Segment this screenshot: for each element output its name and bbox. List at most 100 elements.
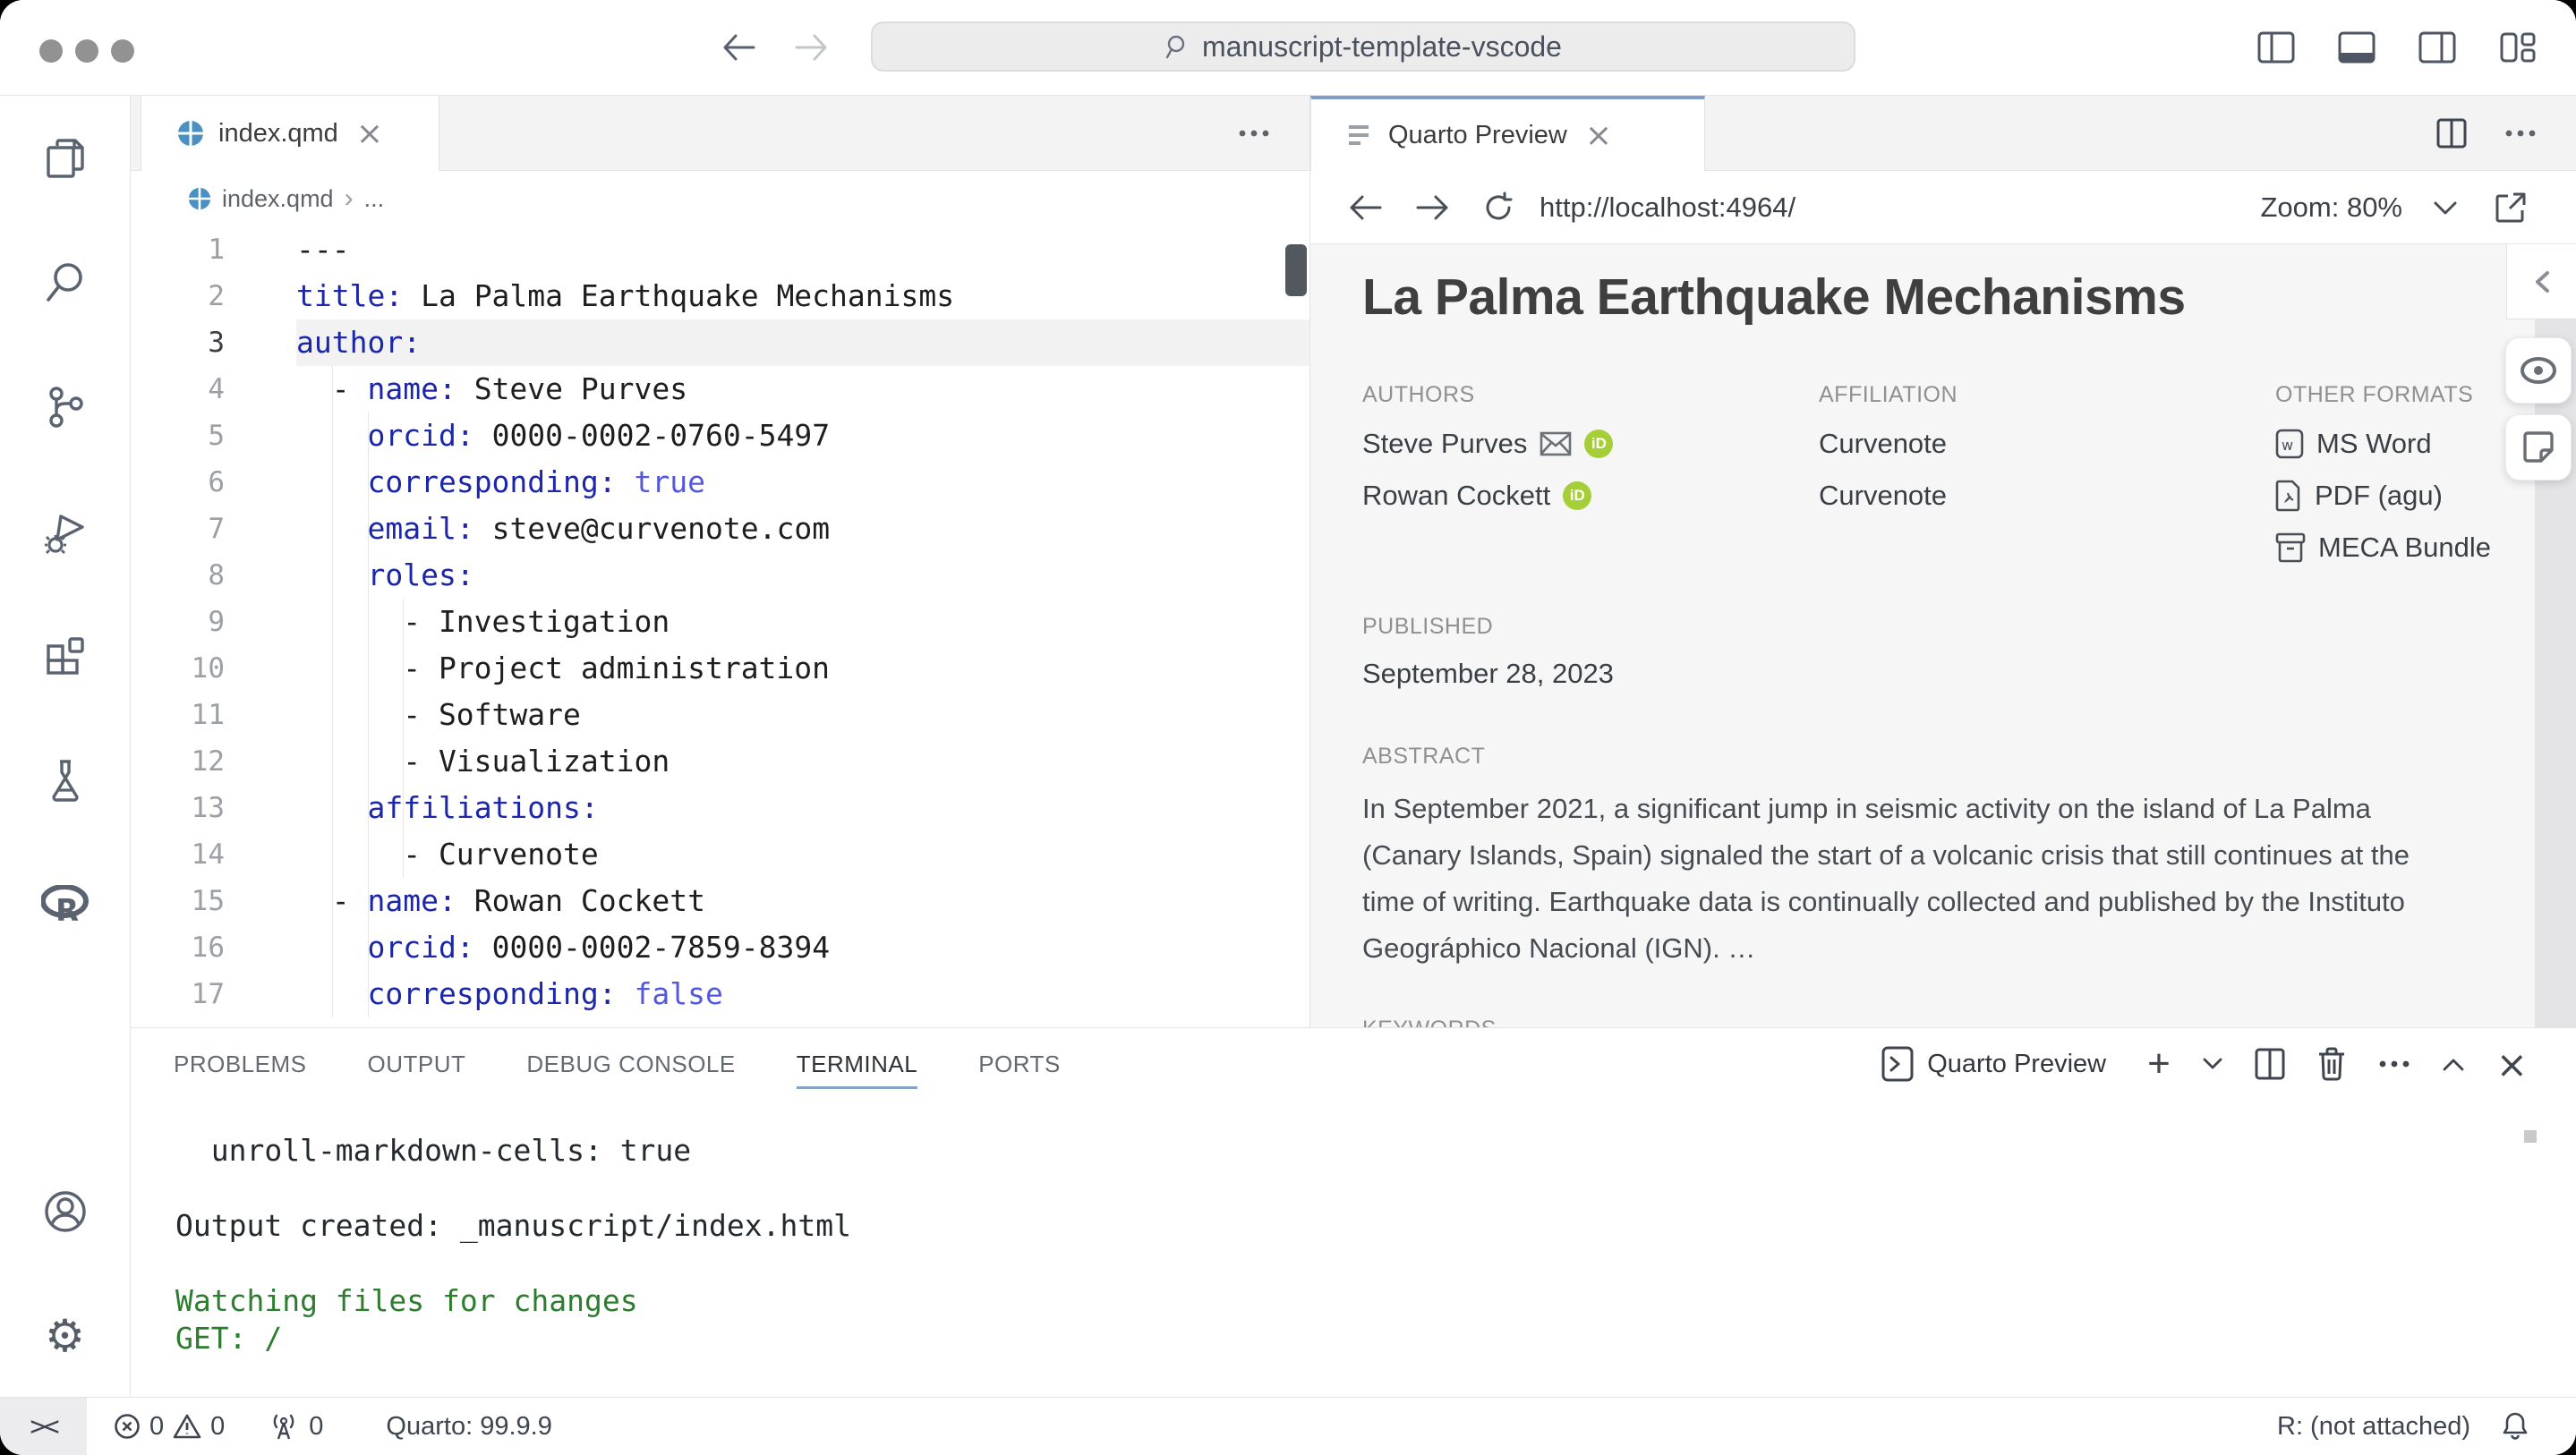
history-back-icon[interactable] — [721, 32, 757, 63]
format-row[interactable]: PDF (agu) — [2275, 480, 2576, 512]
kill-terminal-trash-icon[interactable] — [2317, 1047, 2346, 1081]
code-line[interactable]: 6 corresponding: true — [131, 459, 1309, 506]
run-debug-icon[interactable] — [0, 469, 130, 593]
open-external-icon[interactable] — [2494, 191, 2528, 225]
history-forward-icon[interactable] — [793, 32, 829, 63]
code-line[interactable]: 16 orcid: 0000-0002-7859-8394 — [131, 924, 1309, 971]
code-line[interactable]: 2title: La Palma Earthquake Mechanisms — [131, 273, 1309, 319]
toc-eye-button[interactable] — [2505, 337, 2572, 404]
command-center-search[interactable]: manuscript-template-vscode — [871, 21, 1855, 72]
split-editor-icon[interactable] — [2436, 118, 2467, 149]
remote-indicator-icon[interactable]: >< — [0, 1398, 87, 1455]
search-icon — [1164, 33, 1191, 60]
editor-scrollbar-thumb[interactable] — [1285, 244, 1307, 296]
tab-terminal[interactable]: TERMINAL — [797, 1028, 917, 1100]
collapse-sidebar-handle[interactable] — [2506, 244, 2576, 319]
terminal-scrollbar[interactable] — [2524, 1130, 2537, 1143]
r-language-icon[interactable]: R — [0, 842, 130, 966]
note-button[interactable] — [2505, 414, 2572, 481]
preview-back-icon[interactable] — [1350, 194, 1382, 221]
toggle-primary-sidebar-icon[interactable] — [2257, 31, 2295, 64]
r-session-status[interactable]: R: (not attached) — [2277, 1412, 2470, 1442]
notifications-bell-icon[interactable] — [2501, 1411, 2529, 1442]
code-line[interactable]: 11 - Software — [131, 692, 1309, 738]
accounts-icon[interactable] — [0, 1149, 130, 1273]
preview-content: La Palma Earthquake Mechanisms AUTHORS S… — [1310, 244, 2576, 1027]
toggle-secondary-sidebar-icon[interactable] — [2418, 31, 2456, 64]
tab-quarto-preview[interactable]: Quarto Preview × — [1310, 96, 1705, 171]
code-line[interactable]: 4 - name: Steve Purves — [131, 366, 1309, 413]
code-line[interactable]: 17 corresponding: false — [131, 971, 1309, 1017]
chevron-down-icon[interactable] — [2433, 200, 2458, 216]
split-terminal-icon[interactable] — [2255, 1048, 2285, 1080]
quarto-version-status[interactable]: Quarto: 99.9.9 — [386, 1412, 551, 1442]
chevron-down-icon[interactable] — [2203, 1058, 2222, 1070]
forwarded-ports-status[interactable]: 0 — [268, 1412, 323, 1442]
line-number: 11 — [131, 692, 225, 738]
window-close-icon[interactable] — [39, 39, 63, 63]
preview-forward-icon[interactable] — [1416, 194, 1448, 221]
window-traffic-lights[interactable] — [39, 39, 134, 63]
new-terminal-icon[interactable]: + — [2147, 1042, 2171, 1086]
code-line[interactable]: 14 - Curvenote — [131, 831, 1309, 878]
editor-tabbar: index.qmd × — [131, 96, 1309, 171]
tab-ports[interactable]: PORTS — [978, 1028, 1061, 1100]
format-label[interactable]: MS Word — [2316, 428, 2432, 460]
terminal-output[interactable]: unroll-markdown-cells: true Output creat… — [131, 1100, 2576, 1398]
tab-problems[interactable]: PROBLEMS — [174, 1028, 307, 1100]
orcid-icon[interactable]: iD — [1563, 481, 1591, 510]
indent-guide — [332, 366, 333, 1017]
code-line[interactable]: 8 roles: — [131, 552, 1309, 599]
breadcrumb-file[interactable]: index.qmd — [222, 185, 334, 213]
terminal-line: Watching files for changes — [175, 1282, 2576, 1320]
code-line[interactable]: 10 - Project administration — [131, 645, 1309, 692]
code-line[interactable]: 13 affiliations: — [131, 785, 1309, 831]
zoom-level[interactable]: Zoom: 80% — [2260, 191, 2402, 224]
close-icon[interactable]: × — [356, 115, 383, 152]
testing-icon[interactable] — [0, 718, 130, 842]
close-icon[interactable]: × — [1585, 117, 1612, 154]
editor-more-actions-icon[interactable] — [1238, 129, 1270, 138]
breadcrumb-more[interactable]: ... — [364, 185, 385, 213]
window-zoom-icon[interactable] — [111, 39, 134, 63]
panel-more-actions-icon[interactable] — [2378, 1059, 2410, 1068]
more-actions-icon[interactable] — [2504, 129, 2537, 138]
code-line[interactable]: 12 - Visualization — [131, 738, 1309, 785]
code-line[interactable]: 3author: — [131, 319, 1309, 366]
tab-debug-console[interactable]: DEBUG CONSOLE — [526, 1028, 735, 1100]
terminal-line — [175, 1245, 2576, 1282]
customize-layout-icon[interactable] — [2499, 30, 2537, 64]
terminal-line: unroll-markdown-cells: true — [175, 1132, 2576, 1170]
line-number: 14 — [131, 831, 225, 878]
problems-status[interactable]: 0 0 — [114, 1412, 225, 1442]
code-line[interactable]: 5 orcid: 0000-0002-0760-5497 — [131, 413, 1309, 459]
breadcrumb[interactable]: index.qmd › ... — [131, 171, 1309, 226]
extensions-icon[interactable] — [0, 593, 130, 718]
status-bar: >< 0 0 0 Quarto: 99.9.9 R: (not at — [0, 1397, 2576, 1455]
bottom-panel: PROBLEMS OUTPUT DEBUG CONSOLE TERMINAL P… — [131, 1027, 2576, 1398]
preview-url[interactable]: http://localhost:4964/ — [1540, 191, 1796, 224]
code-line[interactable]: 9 - Investigation — [131, 599, 1309, 645]
search-view-icon[interactable] — [0, 220, 130, 345]
explorer-icon[interactable] — [0, 96, 130, 220]
toggle-panel-icon[interactable] — [2338, 31, 2376, 64]
code-line[interactable]: 15 - name: Rowan Cockett — [131, 878, 1309, 924]
format-label[interactable]: MECA Bundle — [2318, 532, 2491, 564]
window-minimize-icon[interactable] — [75, 39, 98, 63]
code-line[interactable]: 7 email: steve@curvenote.com — [131, 506, 1309, 552]
svg-text:R: R — [55, 893, 79, 924]
source-control-icon[interactable] — [0, 345, 130, 469]
settings-gear-icon[interactable]: ⚙ — [0, 1273, 130, 1398]
code-line[interactable]: 1--- — [131, 226, 1309, 273]
preview-reload-icon[interactable] — [1482, 191, 1514, 224]
orcid-icon[interactable]: iD — [1584, 430, 1613, 458]
format-label[interactable]: PDF (agu) — [2315, 480, 2443, 512]
tab-output[interactable]: OUTPUT — [368, 1028, 466, 1100]
terminal-session[interactable]: Quarto Preview — [1881, 1045, 2115, 1083]
code-editor[interactable]: 1---2title: La Palma Earthquake Mechanis… — [131, 226, 1309, 1027]
format-row[interactable]: MECA Bundle — [2275, 532, 2576, 564]
tab-index-qmd[interactable]: index.qmd × — [141, 96, 439, 171]
close-panel-icon[interactable]: × — [2496, 1042, 2528, 1086]
email-icon[interactable] — [1540, 431, 1572, 456]
maximize-panel-icon[interactable] — [2443, 1058, 2464, 1071]
